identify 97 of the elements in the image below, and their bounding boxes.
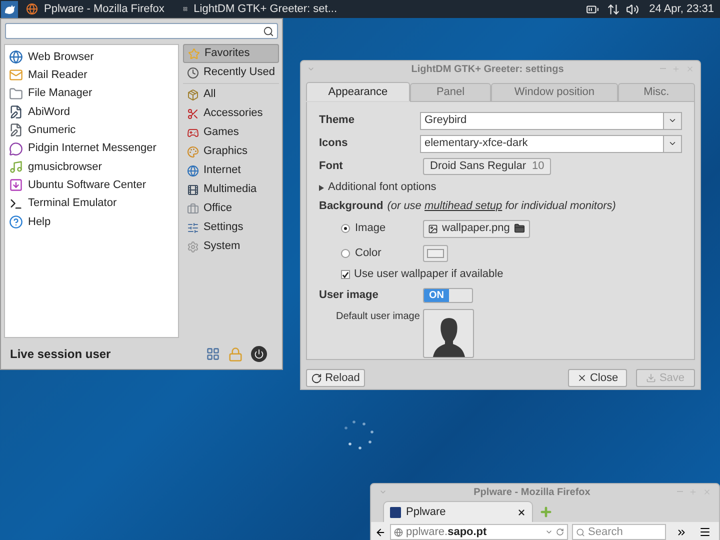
image-file-icon: [428, 224, 438, 234]
reload-icon: [556, 528, 564, 536]
sliders-icon: [187, 222, 200, 234]
app-item[interactable]: gmusicbrowser: [5, 158, 178, 176]
tab[interactable]: Window position: [491, 83, 618, 102]
folder-icon: [9, 86, 23, 101]
help-icon: [9, 214, 23, 229]
app-item[interactable]: Pidgin Internet Messenger: [5, 139, 178, 158]
music-note-icon: [9, 160, 23, 174]
document-pen-icon: [9, 123, 23, 138]
box-icon: [187, 88, 200, 100]
radio-button[interactable]: [341, 224, 350, 233]
reload-button[interactable]: Reload: [306, 369, 365, 387]
close-icon: [576, 373, 587, 383]
palette-icon: [187, 146, 200, 158]
category-item[interactable]: Internet: [183, 161, 279, 180]
checkbox[interactable]: [341, 270, 350, 279]
category-item[interactable]: Recently Used: [183, 63, 279, 82]
font-button[interactable]: Droid Sans Regular 10: [423, 158, 552, 175]
close-tab-icon[interactable]: [517, 508, 526, 517]
tab[interactable]: Appearance: [306, 82, 410, 101]
app-item[interactable]: Mail Reader: [5, 66, 178, 85]
document-pen-icon: [9, 105, 23, 120]
terminal-icon: [9, 196, 23, 211]
category-item[interactable]: Favorites: [183, 44, 279, 63]
site-logo-icon: [390, 506, 401, 518]
background-note: (or use multihead setup for individual monitors): [387, 199, 616, 214]
battery-icon[interactable]: [586, 2, 600, 16]
category-item[interactable]: All: [183, 85, 279, 104]
clock[interactable]: 24 Apr, 23:31: [649, 0, 714, 18]
power-icon[interactable]: [251, 346, 267, 362]
theme-label: Theme: [319, 113, 356, 128]
app-item[interactable]: Web Browser: [5, 48, 178, 66]
briefcase-icon: [187, 202, 200, 214]
menu-icon[interactable]: [699, 526, 711, 538]
overflow-icon[interactable]: [676, 526, 687, 538]
category-item[interactable]: Accessories: [183, 104, 279, 123]
color-option-label: Color: [355, 246, 382, 261]
checkbox-label: Use user wallpaper if available: [354, 267, 504, 282]
category-item[interactable]: Office: [183, 199, 279, 218]
image-option-label: Image: [355, 221, 386, 236]
volume-icon[interactable]: [626, 2, 640, 16]
download-box-icon: [9, 178, 23, 192]
settings-panel-icon[interactable]: [206, 347, 220, 361]
search-field[interactable]: [5, 23, 278, 39]
window-title: Pplware - Mozilla Firefox: [472, 486, 592, 500]
icons-label: Icons: [319, 136, 349, 152]
app-item[interactable]: Ubuntu Software Center: [5, 176, 178, 194]
file-chooser-button[interactable]: wallpaper.png: [423, 220, 530, 238]
app-item[interactable]: Terminal Emulator: [5, 194, 178, 213]
expander[interactable]: Additional font options: [319, 180, 682, 195]
user-name: Live session user: [10, 346, 112, 363]
gamepad-icon: [187, 126, 200, 138]
default-user-image-label: Default user image: [335, 310, 421, 324]
user-image-button[interactable]: [423, 309, 474, 358]
save-icon: [646, 373, 656, 383]
search-field[interactable]: Search: [572, 524, 666, 540]
search-icon: [263, 26, 274, 36]
multihead-setup-link[interactable]: multihead setup: [424, 200, 502, 212]
window-title: LightDM GTK+ Greeter: settings: [410, 62, 565, 76]
star-icon: [188, 48, 200, 60]
browser-tab[interactable]: Pplware: [383, 501, 533, 522]
envelope-icon: [9, 68, 23, 82]
app-item[interactable]: Help: [5, 212, 178, 231]
category-item[interactable]: Multimedia: [183, 180, 279, 199]
globe-icon: [9, 50, 23, 64]
category-item[interactable]: Settings: [183, 218, 279, 237]
category-item[interactable]: Games: [183, 123, 279, 142]
app-item[interactable]: Gnumeric: [5, 121, 178, 140]
category-item[interactable]: Graphics: [183, 142, 279, 161]
globe-icon: [26, 3, 38, 15]
scissors-icon: [187, 108, 200, 120]
color-button[interactable]: [423, 244, 448, 262]
search-icon: [576, 528, 585, 537]
user-image-label: User image: [319, 288, 380, 304]
tab[interactable]: Panel: [410, 83, 492, 102]
clock-icon: [187, 66, 200, 78]
film-icon: [187, 184, 200, 196]
background-label: Background: [319, 199, 384, 214]
taskbar-task[interactable]: LightDM GTK+ Greeter: set...: [175, 0, 345, 18]
category-item[interactable]: System: [183, 237, 279, 256]
globe-icon: [394, 528, 403, 537]
font-label: Font: [319, 159, 344, 174]
taskbar-task[interactable]: Pplware - Mozilla Firefox: [18, 0, 175, 18]
gear-icon: [187, 240, 200, 252]
back-icon[interactable]: [375, 526, 386, 538]
radio-button[interactable]: [341, 248, 350, 258]
app-item[interactable]: File Manager: [5, 84, 178, 103]
globe-icon: [187, 164, 200, 176]
tab[interactable]: Misc.: [618, 83, 695, 102]
folder-icon: [514, 223, 525, 234]
speech-bubble-icon: [9, 142, 23, 156]
network-icon[interactable]: [607, 2, 620, 16]
reload-icon: [311, 372, 322, 384]
close-button[interactable]: Close: [568, 369, 627, 387]
app-item[interactable]: AbiWord: [5, 102, 178, 122]
url-field[interactable]: pplware.sapo.pt: [390, 524, 568, 540]
